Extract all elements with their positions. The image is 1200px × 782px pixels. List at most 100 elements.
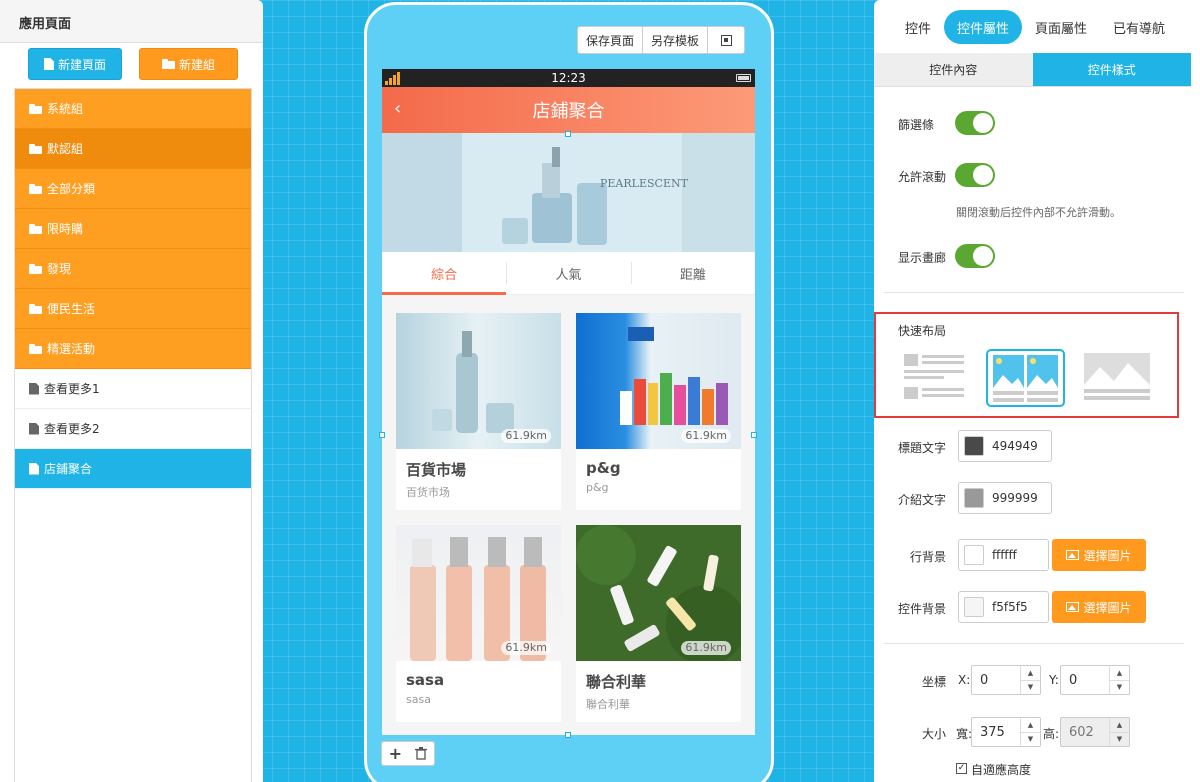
auto-height-label: 自適應高度 (971, 763, 1032, 777)
panel-tabs: 控件 控件屬性 頁面屬性 已有導航 (874, 8, 1200, 46)
spin-up-icon[interactable]: ▲ (1021, 718, 1040, 732)
store-card[interactable]: 61.9km 百貨市場 百货市场 (396, 313, 561, 510)
save-template-button[interactable]: 另存模板 (643, 27, 709, 53)
tree-item-label: 精選活動 (47, 342, 96, 356)
store-card[interactable]: 61.9km sasa sasa (396, 525, 561, 722)
add-icon[interactable]: + (389, 744, 402, 763)
ctrl-bg-input[interactable]: f5f5f5 (958, 591, 1049, 623)
banner-image[interactable]: PEARLESCENT (382, 133, 755, 252)
tree-page-more-2[interactable]: 查看更多2 (15, 409, 251, 449)
page-list-panel: 應用頁面 新建頁面 新建組 系統組 默認組 全部分類 限時購 發現 便民生活 精… (0, 0, 263, 782)
store-card[interactable]: 61.9km 聯合利華 聯合利華 (576, 525, 741, 722)
scroll-toggle[interactable] (955, 163, 995, 187)
signal-icon (385, 72, 400, 85)
title-color-label: 標題文字 (898, 441, 947, 455)
tree-group-system[interactable]: 系統組 (15, 89, 251, 129)
color-swatch (964, 488, 984, 508)
row-bg-input[interactable]: ffffff (958, 539, 1049, 571)
width-spinner[interactable]: ▲ ▼ (1020, 718, 1040, 746)
nav-title: 店鋪聚合 (532, 101, 605, 122)
save-page-button[interactable]: 保存頁面 (578, 27, 644, 53)
tree-group-default[interactable]: 默認組 (15, 129, 251, 169)
spin-down-icon[interactable]: ▼ (1021, 731, 1040, 747)
tree-group-all-categories[interactable]: 全部分類 (15, 169, 251, 209)
tree-item-label: 查看更多1 (44, 382, 100, 396)
subtab-style[interactable]: 控件樣式 (1032, 53, 1191, 86)
resize-handle-bottom[interactable] (565, 732, 571, 738)
new-page-label: 新建頁面 (57, 57, 106, 72)
tab-overall[interactable]: 綜合 (382, 252, 507, 295)
tree-item-label: 全部分類 (47, 182, 96, 196)
tree-group-flash-sale[interactable]: 限時購 (15, 209, 251, 249)
width-input[interactable]: 375 ▲ ▼ (971, 717, 1041, 747)
spin-up-icon[interactable]: ▲ (1021, 666, 1040, 680)
pick-image-label: 選擇圖片 (1083, 600, 1132, 615)
scroll-hint: 關閉滾動后控件內部不允許滑動。 (956, 206, 1121, 219)
status-time: 12:23 (551, 71, 586, 85)
color-swatch (964, 545, 984, 565)
store-title: 百貨市場 (406, 461, 467, 479)
y-spinner[interactable]: ▲ ▼ (1109, 666, 1129, 694)
qrcode-button[interactable] (708, 27, 744, 53)
tree-item-label: 系統組 (47, 102, 84, 116)
new-group-label: 新建組 (178, 57, 215, 72)
nav-bar: ‹ 店鋪聚合 (382, 87, 755, 133)
coord-label: 坐標 (922, 675, 947, 689)
resize-handle-top[interactable] (565, 131, 571, 137)
tree-page-more-1[interactable]: 查看更多1 (15, 369, 251, 409)
tab-widget-props[interactable]: 控件屬性 (944, 10, 1023, 44)
folder-icon (29, 223, 42, 234)
store-card[interactable]: 61.9km p&g p&g (576, 313, 741, 510)
layout-big-image-option[interactable] (1080, 349, 1159, 407)
scroll-label: 允許滾動 (898, 170, 947, 184)
gallery-toggle[interactable] (955, 244, 995, 268)
page-icon (43, 58, 54, 70)
tree-group-life[interactable]: 便民生活 (15, 289, 251, 329)
grid-layout-icon (993, 355, 1058, 402)
store-image: 61.9km (396, 525, 561, 661)
spin-down-icon[interactable]: ▼ (1110, 679, 1129, 695)
folder-icon (29, 303, 42, 314)
new-group-button[interactable]: 新建組 (139, 48, 238, 80)
x-input[interactable]: 0 ▲ ▼ (971, 665, 1041, 695)
spin-up-icon: ▲ (1116, 720, 1123, 729)
x-spinner[interactable]: ▲ ▼ (1020, 666, 1040, 694)
tree-group-activities[interactable]: 精選活動 (15, 329, 251, 369)
gallery-label: 显示畫廊 (898, 251, 947, 265)
filter-toggle[interactable] (955, 111, 995, 135)
ctrl-bg-label: 控件背景 (898, 602, 947, 616)
tab-distance[interactable]: 距離 (630, 252, 755, 294)
auto-height-checkbox[interactable]: ✓ (956, 763, 967, 774)
banner-text: PEARLESCENT (600, 177, 689, 190)
resize-handle-right[interactable] (751, 432, 757, 438)
y-label: Y: (1049, 673, 1059, 687)
tab-navigation[interactable]: 已有導航 (1100, 10, 1178, 44)
tree-page-store-aggregate[interactable]: 店鋪聚合 (15, 449, 251, 489)
page-icon (29, 462, 39, 475)
store-subtitle: 百货市场 (406, 486, 450, 499)
row-bg-image-button[interactable]: 選擇圖片 (1052, 539, 1146, 571)
tab-popularity[interactable]: 人氣 (506, 252, 630, 294)
y-input[interactable]: 0 ▲ ▼ (1060, 665, 1130, 695)
resize-handle-left[interactable] (379, 432, 385, 438)
subtab-content[interactable]: 控件內容 (874, 53, 1033, 86)
big-image-layout-icon (1084, 353, 1150, 400)
spin-down-icon[interactable]: ▼ (1021, 679, 1040, 695)
tab-page-props[interactable]: 頁面屬性 (1022, 10, 1100, 44)
title-color-input[interactable]: 494949 (958, 430, 1052, 462)
back-icon[interactable]: ‹ (394, 98, 401, 119)
x-label: X: (958, 673, 971, 687)
layout-grid-option[interactable] (986, 349, 1065, 407)
spin-up-icon[interactable]: ▲ (1110, 666, 1129, 680)
tab-widgets[interactable]: 控件 (892, 10, 944, 44)
image-icon (1066, 550, 1080, 560)
new-page-button[interactable]: 新建頁面 (28, 48, 122, 80)
store-subtitle: 聯合利華 (586, 698, 630, 711)
canvas-toolbar: 保存頁面 另存模板 (577, 26, 746, 54)
tree-group-discover[interactable]: 發現 (15, 249, 251, 289)
spin-down-icon: ▼ (1110, 731, 1129, 747)
layout-list-option[interactable] (898, 349, 977, 407)
desc-color-input[interactable]: 999999 (958, 482, 1052, 514)
trash-icon[interactable] (415, 747, 428, 760)
ctrl-bg-image-button[interactable]: 選擇圖片 (1052, 591, 1146, 623)
